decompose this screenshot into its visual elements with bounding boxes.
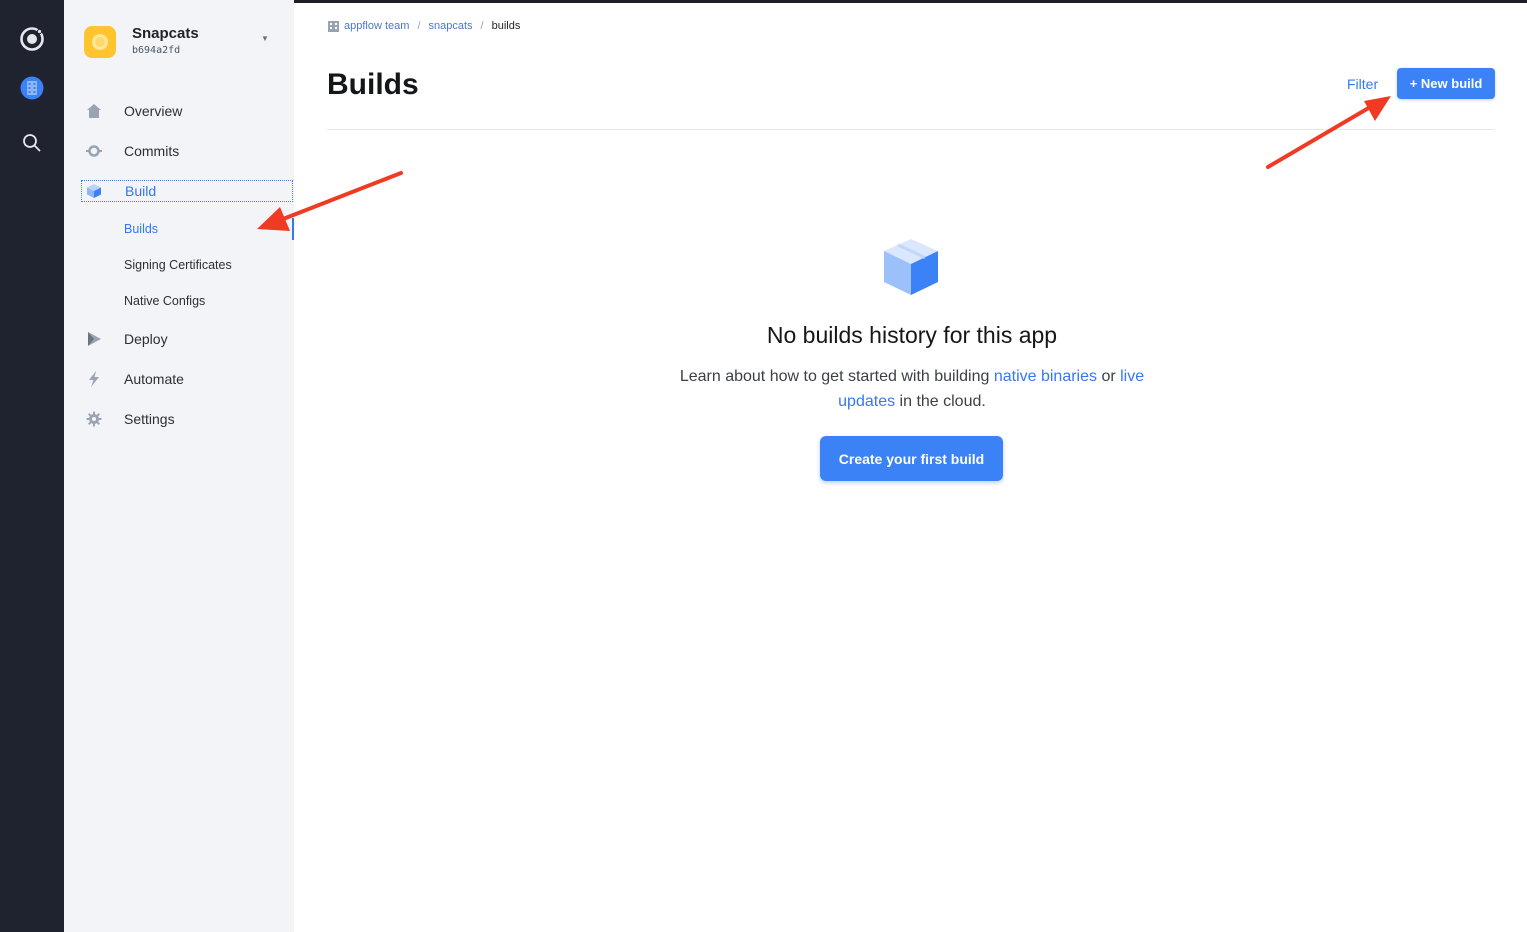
create-first-build-button[interactable]: Create your first build xyxy=(820,436,1003,481)
sidebar-subitem-builds[interactable]: Builds xyxy=(124,222,158,236)
header-divider xyxy=(327,129,1495,130)
sidebar-item-label: Build xyxy=(125,183,157,199)
empty-state-description: Learn about how to get started with buil… xyxy=(652,364,1172,414)
sidebar-subitem-signing-certificates[interactable]: Signing Certificates xyxy=(124,258,232,272)
sidebar-item-label: Settings xyxy=(124,411,175,427)
breadcrumb-app-link[interactable]: snapcats xyxy=(429,20,473,32)
app-switcher[interactable]: Snapcats b694a2fd ▼ xyxy=(84,24,276,60)
page-title: Builds xyxy=(327,68,419,101)
sidebar-item-settings[interactable]: Settings xyxy=(80,407,292,431)
sidebar-item-build[interactable]: Build xyxy=(81,180,293,202)
breadcrumb-current: builds xyxy=(491,20,521,32)
active-indicator xyxy=(292,218,294,240)
app-sidebar: Snapcats b694a2fd ▼ Overview Commits Bui… xyxy=(64,0,294,932)
annotation-arrow-shaft xyxy=(1266,104,1374,169)
commit-icon xyxy=(86,145,102,157)
app-logo xyxy=(84,26,116,58)
empty-desc-text: or xyxy=(1097,368,1121,385)
native-binaries-link[interactable]: native binaries xyxy=(994,368,1097,385)
sidebar-item-automate[interactable]: Automate xyxy=(80,367,292,391)
sidebar-item-deploy[interactable]: Deploy xyxy=(80,327,292,351)
breadcrumb-separator: / xyxy=(480,20,484,32)
sidebar-item-commits[interactable]: Commits xyxy=(80,139,292,163)
box-icon xyxy=(884,239,938,295)
search-icon[interactable] xyxy=(17,128,47,158)
sidebar-item-label: Deploy xyxy=(124,331,168,347)
new-build-button[interactable]: + New build xyxy=(1397,68,1495,99)
organization-icon[interactable] xyxy=(17,73,47,103)
empty-state-title: No builds history for this app xyxy=(766,322,1058,348)
app-id: b694a2fd xyxy=(132,45,181,56)
sidebar-subitem-native-configs[interactable]: Native Configs xyxy=(124,294,205,308)
filter-button[interactable]: Filter xyxy=(1347,76,1378,92)
sidebar-item-label: Automate xyxy=(124,371,184,387)
global-nav-rail xyxy=(0,0,64,932)
sidebar-item-overview[interactable]: Overview xyxy=(80,99,292,123)
chevron-down-icon[interactable]: ▼ xyxy=(261,34,269,43)
home-icon xyxy=(87,104,101,118)
sidebar-item-label: Commits xyxy=(124,143,180,159)
gear-icon xyxy=(86,411,102,427)
annotation-arrow-head xyxy=(1364,96,1391,121)
lightning-icon xyxy=(89,371,99,387)
building-icon xyxy=(328,21,339,32)
box-icon xyxy=(87,184,101,198)
app-name: Snapcats xyxy=(132,25,199,42)
breadcrumb-team-link[interactable]: appflow team xyxy=(344,20,409,32)
empty-desc-text: in the cloud. xyxy=(895,393,986,410)
annotation-arrow-shaft xyxy=(276,171,403,223)
sidebar-item-label: Overview xyxy=(124,103,183,119)
ionic-logo-icon[interactable] xyxy=(17,24,47,54)
empty-desc-text: Learn about how to get started with buil… xyxy=(679,368,994,385)
breadcrumb-separator: / xyxy=(417,20,421,32)
deploy-icon xyxy=(88,332,101,346)
breadcrumb: appflow team / snapcats / builds xyxy=(327,18,520,34)
